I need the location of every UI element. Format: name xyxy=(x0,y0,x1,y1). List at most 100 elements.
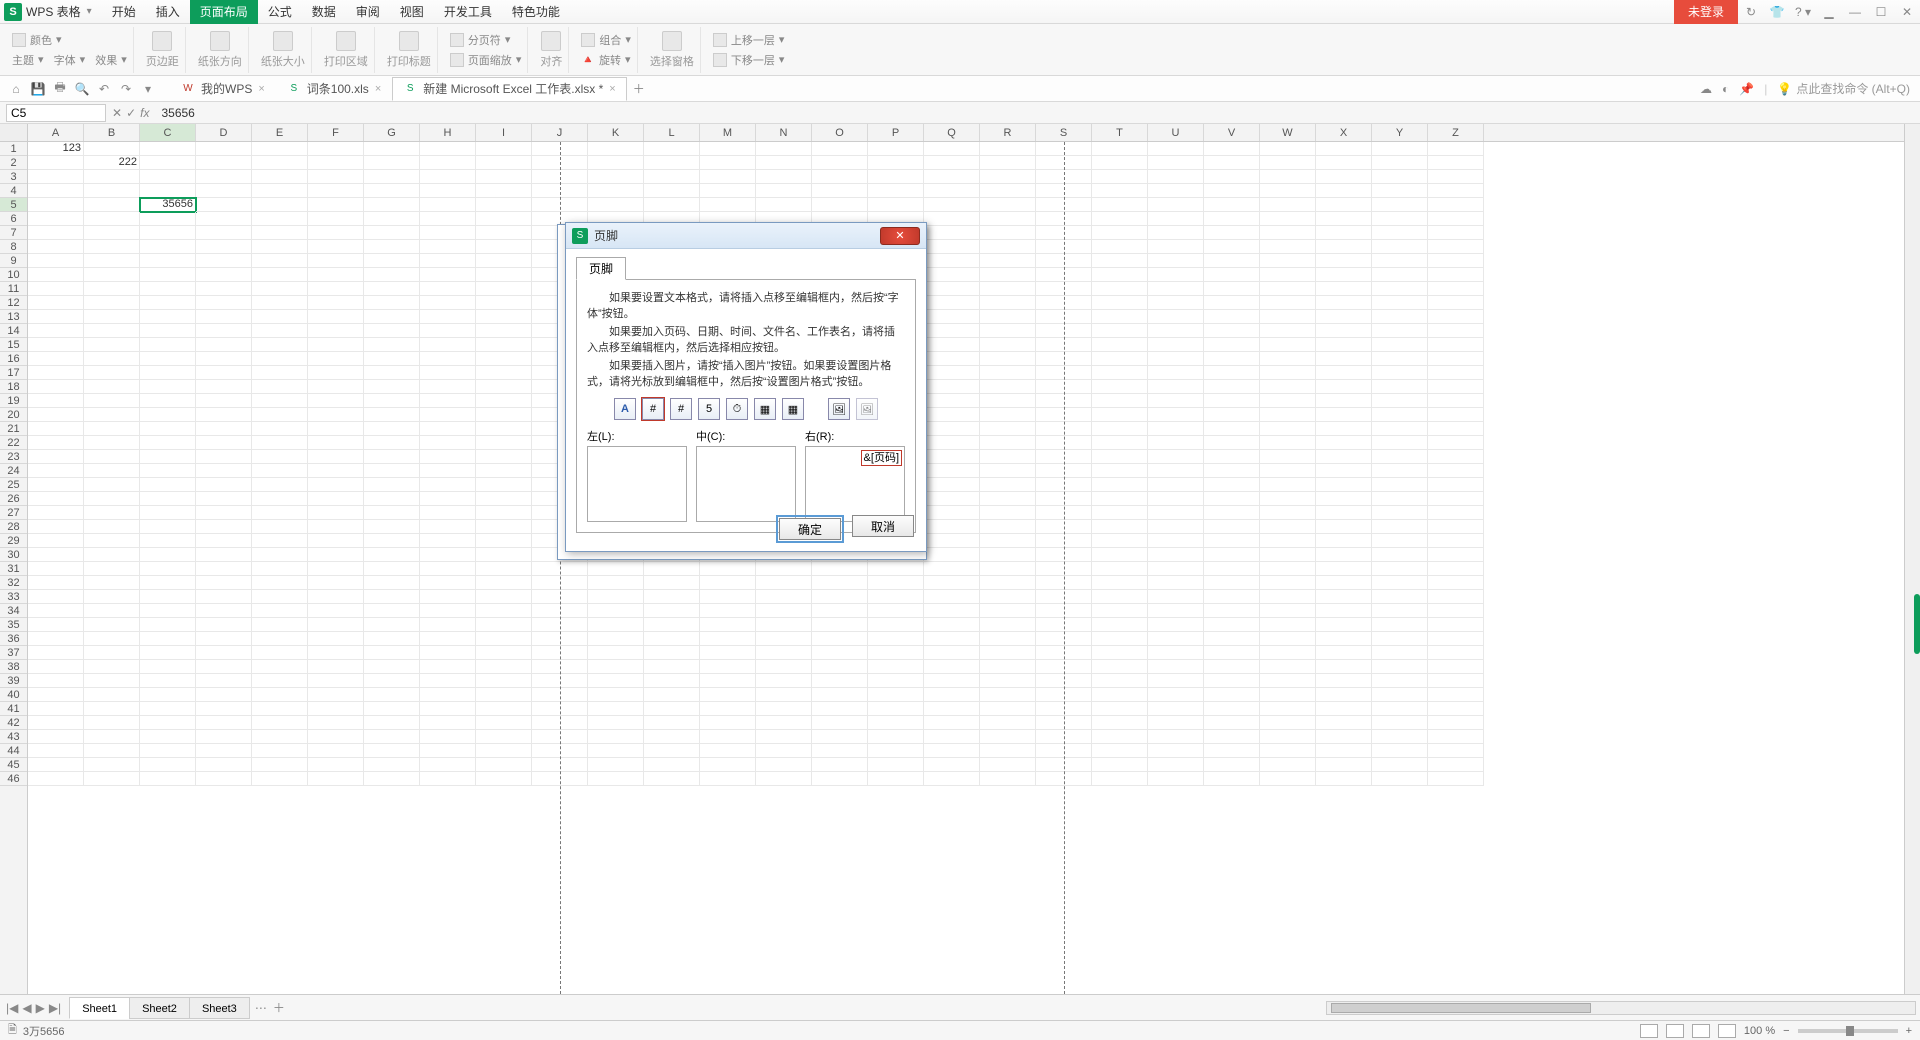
cell-C41[interactable] xyxy=(140,702,196,716)
cell-E31[interactable] xyxy=(252,562,308,576)
cell-P43[interactable] xyxy=(868,730,924,744)
cell-G45[interactable] xyxy=(364,758,420,772)
cell-F14[interactable] xyxy=(308,324,364,338)
cell-Y6[interactable] xyxy=(1372,212,1428,226)
cell-U38[interactable] xyxy=(1148,660,1204,674)
cell-C19[interactable] xyxy=(140,394,196,408)
cell-G26[interactable] xyxy=(364,492,420,506)
cell-U14[interactable] xyxy=(1148,324,1204,338)
cell-Q43[interactable] xyxy=(924,730,980,744)
row-header-18[interactable]: 18 xyxy=(0,380,27,394)
cell-D7[interactable] xyxy=(196,226,252,240)
view-pagelayout-button[interactable] xyxy=(1666,1024,1684,1038)
cell-Z24[interactable] xyxy=(1428,464,1484,478)
cell-Y41[interactable] xyxy=(1372,702,1428,716)
cell-V23[interactable] xyxy=(1204,450,1260,464)
cell-E21[interactable] xyxy=(252,422,308,436)
cell-W15[interactable] xyxy=(1260,338,1316,352)
cell-F38[interactable] xyxy=(308,660,364,674)
cell-F43[interactable] xyxy=(308,730,364,744)
row-header-16[interactable]: 16 xyxy=(0,352,27,366)
cell-A15[interactable] xyxy=(28,338,84,352)
cell-N42[interactable] xyxy=(756,716,812,730)
cell-K44[interactable] xyxy=(588,744,644,758)
cell-E34[interactable] xyxy=(252,604,308,618)
cell-E46[interactable] xyxy=(252,772,308,786)
cell-Z26[interactable] xyxy=(1428,492,1484,506)
cell-V21[interactable] xyxy=(1204,422,1260,436)
cell-M43[interactable] xyxy=(700,730,756,744)
cell-A10[interactable] xyxy=(28,268,84,282)
cell-W21[interactable] xyxy=(1260,422,1316,436)
cell-W13[interactable] xyxy=(1260,310,1316,324)
cell-W14[interactable] xyxy=(1260,324,1316,338)
cell-O31[interactable] xyxy=(812,562,868,576)
cell-G25[interactable] xyxy=(364,478,420,492)
cell-G4[interactable] xyxy=(364,184,420,198)
cell-H3[interactable] xyxy=(420,170,476,184)
sheet-tab-3[interactable]: Sheet3 xyxy=(189,997,250,1019)
cell-C30[interactable] xyxy=(140,548,196,562)
cell-H27[interactable] xyxy=(420,506,476,520)
cell-V19[interactable] xyxy=(1204,394,1260,408)
cell-W46[interactable] xyxy=(1260,772,1316,786)
cell-X21[interactable] xyxy=(1316,422,1372,436)
cell-T21[interactable] xyxy=(1092,422,1148,436)
cell-D34[interactable] xyxy=(196,604,252,618)
cell-T40[interactable] xyxy=(1092,688,1148,702)
cell-Z20[interactable] xyxy=(1428,408,1484,422)
cell-D32[interactable] xyxy=(196,576,252,590)
cell-G27[interactable] xyxy=(364,506,420,520)
cell-R14[interactable] xyxy=(980,324,1036,338)
cell-D29[interactable] xyxy=(196,534,252,548)
cell-F44[interactable] xyxy=(308,744,364,758)
left-section-input[interactable] xyxy=(587,446,687,522)
cell-Q36[interactable] xyxy=(924,632,980,646)
cell-O41[interactable] xyxy=(812,702,868,716)
cell-T32[interactable] xyxy=(1092,576,1148,590)
cell-C11[interactable] xyxy=(140,282,196,296)
cell-F33[interactable] xyxy=(308,590,364,604)
cell-K2[interactable] xyxy=(588,156,644,170)
cell-Y37[interactable] xyxy=(1372,646,1428,660)
cell-F15[interactable] xyxy=(308,338,364,352)
cell-I39[interactable] xyxy=(476,674,532,688)
cell-F1[interactable] xyxy=(308,142,364,156)
cell-U8[interactable] xyxy=(1148,240,1204,254)
cell-D42[interactable] xyxy=(196,716,252,730)
cell-Z17[interactable] xyxy=(1428,366,1484,380)
cell-Q3[interactable] xyxy=(924,170,980,184)
cell-Z39[interactable] xyxy=(1428,674,1484,688)
cell-Q18[interactable] xyxy=(924,380,980,394)
cell-Z6[interactable] xyxy=(1428,212,1484,226)
cell-I5[interactable] xyxy=(476,198,532,212)
cell-P36[interactable] xyxy=(868,632,924,646)
cell-X27[interactable] xyxy=(1316,506,1372,520)
row-header-1[interactable]: 1 xyxy=(0,142,27,156)
cell-V16[interactable] xyxy=(1204,352,1260,366)
cell-M1[interactable] xyxy=(700,142,756,156)
cell-E20[interactable] xyxy=(252,408,308,422)
cell-W3[interactable] xyxy=(1260,170,1316,184)
cell-B13[interactable] xyxy=(84,310,140,324)
cell-C31[interactable] xyxy=(140,562,196,576)
cell-V17[interactable] xyxy=(1204,366,1260,380)
pagebreak-label[interactable]: 分页符 xyxy=(468,32,501,48)
cell-Z3[interactable] xyxy=(1428,170,1484,184)
cell-U42[interactable] xyxy=(1148,716,1204,730)
cell-D10[interactable] xyxy=(196,268,252,282)
pin-icon[interactable]: 📌 xyxy=(1739,82,1754,96)
cell-C4[interactable] xyxy=(140,184,196,198)
cell-I3[interactable] xyxy=(476,170,532,184)
cell-M41[interactable] xyxy=(700,702,756,716)
cell-A16[interactable] xyxy=(28,352,84,366)
cell-K46[interactable] xyxy=(588,772,644,786)
cell-B40[interactable] xyxy=(84,688,140,702)
cell-Q37[interactable] xyxy=(924,646,980,660)
cell-Z21[interactable] xyxy=(1428,422,1484,436)
cell-K1[interactable] xyxy=(588,142,644,156)
cell-B20[interactable] xyxy=(84,408,140,422)
cell-D18[interactable] xyxy=(196,380,252,394)
sheet-nav-last-icon[interactable]: ▶| xyxy=(49,1001,61,1015)
cell-Z12[interactable] xyxy=(1428,296,1484,310)
